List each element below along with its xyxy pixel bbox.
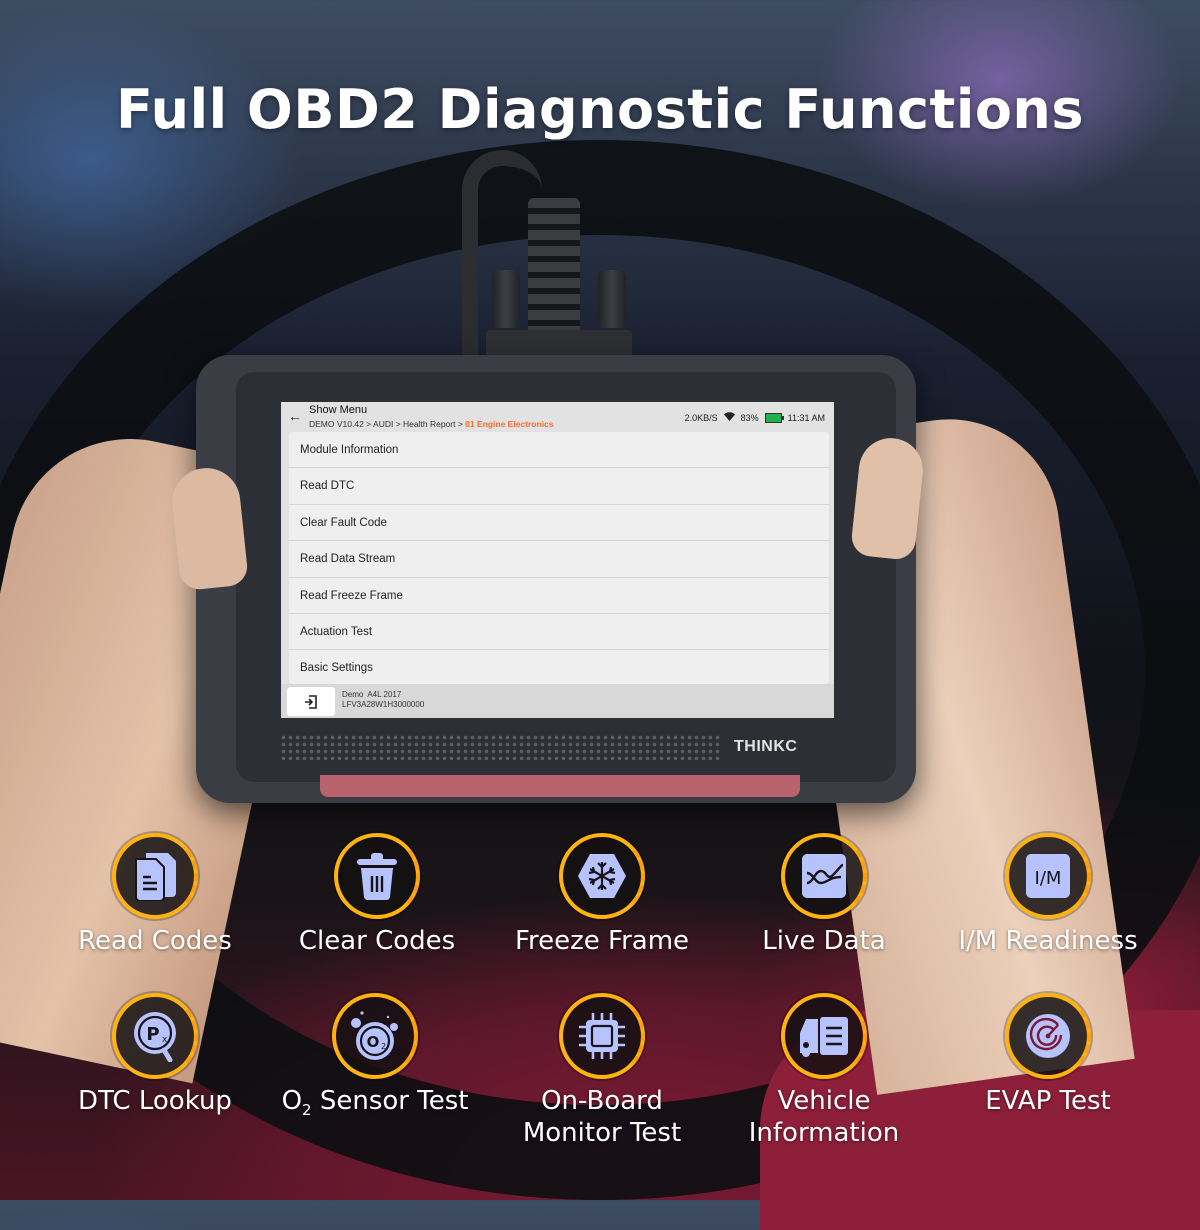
label-line: Information: [748, 1118, 900, 1148]
network-speed: 2.0KB/S: [684, 412, 718, 423]
chip-icon: [579, 1013, 625, 1059]
magnifier-px-icon: Px: [134, 1012, 176, 1062]
screen-title: Show Menu: [309, 404, 368, 416]
label-part: O: [281, 1086, 303, 1116]
connector-screw-right: [598, 270, 626, 328]
feature-ring: [559, 833, 645, 919]
feature-live-data: Live Data: [714, 833, 934, 957]
label-subscript: 2: [302, 1101, 312, 1120]
svg-text:O: O: [367, 1033, 380, 1051]
feature-clear-codes: Clear Codes: [267, 833, 487, 957]
connector-screw-left: [492, 270, 520, 328]
feature-label: EVAP Test: [985, 1086, 1111, 1116]
im-badge-icon: I/M: [1026, 854, 1070, 898]
menu-item-read-freeze-frame[interactable]: Read Freeze Frame: [289, 578, 829, 614]
feature-ring: [781, 833, 867, 919]
svg-text:x: x: [162, 1035, 168, 1045]
snowflake-icon: [578, 854, 626, 898]
device-base-accent: [320, 775, 800, 797]
headline: Full OBD2 Diagnostic Functions: [115, 78, 1085, 141]
documents-icon: [135, 853, 176, 901]
breadcrumb: DEMO V10.42 > AUDI > Health Report > 01 …: [309, 419, 554, 429]
device-screen: ← Show Menu DEMO V10.42 > AUDI > Health …: [281, 402, 834, 718]
feature-label: I/M Readiness: [958, 926, 1138, 956]
feature-ring: I/M: [1005, 833, 1091, 919]
feature-ring: Px: [112, 993, 198, 1079]
wifi-icon: [723, 412, 735, 423]
vehicle-model: Demo A4L 2017: [342, 690, 402, 699]
feature-label: Vehicle Information: [714, 1085, 934, 1149]
menu-item-module-information[interactable]: Module Information: [289, 432, 829, 469]
feature-read-codes: Read Codes: [45, 833, 265, 957]
feature-ring: [1005, 993, 1091, 1079]
feature-ring: [781, 993, 867, 1079]
status-bar: 2.0KB/S 83% 11:31 AM: [685, 412, 825, 423]
back-arrow-icon[interactable]: ←: [288, 408, 302, 424]
svg-text:I/M: I/M: [1035, 868, 1062, 889]
speaker-grille: [280, 734, 720, 760]
breadcrumb-item[interactable]: AUDI: [373, 419, 393, 429]
feature-vehicle-information: Vehicle Information: [714, 993, 934, 1149]
line-graph-icon: [802, 854, 846, 898]
feature-evap-test: EVAP Test: [938, 993, 1158, 1117]
cable-boot: [528, 198, 580, 348]
breadcrumb-active: 01 Engine Electronics: [465, 419, 554, 429]
feature-label: Read Codes: [78, 926, 232, 956]
feature-ring: O2: [332, 993, 418, 1079]
exit-icon: [305, 695, 317, 710]
menu-item-clear-fault-code[interactable]: Clear Fault Code: [289, 505, 829, 542]
battery-icon: [764, 412, 784, 423]
feature-label: Freeze Frame: [514, 926, 690, 956]
feature-freeze-frame: Freeze Frame: [492, 833, 712, 957]
breadcrumb-sep: >: [363, 419, 374, 429]
feature-im-readiness: I/M I/M Readiness: [938, 833, 1158, 957]
battery-percent: 83%: [740, 412, 759, 423]
breadcrumb-item[interactable]: DEMO V10.42: [309, 419, 364, 429]
label-part: Sensor Test: [311, 1086, 469, 1116]
menu-item-basic-settings[interactable]: Basic Settings: [289, 650, 829, 686]
menu-item-read-data-stream[interactable]: Read Data Stream: [289, 541, 829, 578]
screen-topbar: ← Show Menu DEMO V10.42 > AUDI > Health …: [281, 402, 834, 432]
clock: 11:31 AM: [787, 412, 825, 423]
menu-item-read-dtc[interactable]: Read DTC: [289, 468, 829, 505]
vehicle-info: Demo A4L 2017 LFV3A28W1H3000000: [342, 690, 424, 710]
breadcrumb-sep: >: [393, 419, 404, 429]
feature-label: DTC Lookup: [78, 1086, 232, 1116]
feature-label: Clear Codes: [298, 926, 456, 956]
label-line: Monitor Test: [522, 1118, 682, 1148]
label-line: On-Board: [541, 1086, 663, 1116]
menu-item-actuation-test[interactable]: Actuation Test: [289, 614, 829, 651]
feature-label: On-Board Monitor Test: [492, 1085, 712, 1149]
screen-footer: Demo A4L 2017 LFV3A28W1H3000000: [281, 684, 834, 718]
vehicle-doc-icon: [800, 1017, 848, 1057]
menu-list: Module Information Read DTC Clear Fault …: [289, 432, 829, 684]
feature-ring: [334, 833, 420, 919]
svg-text:P: P: [146, 1024, 159, 1045]
feature-label: Live Data: [762, 926, 886, 956]
feature-on-board-monitor-test: On-Board Monitor Test: [492, 993, 712, 1149]
feature-ring: [559, 993, 645, 1079]
feature-dtc-lookup: Px DTC Lookup: [45, 993, 265, 1117]
feature-label: O2 Sensor Test: [265, 1085, 485, 1126]
breadcrumb-sep: >: [455, 419, 466, 429]
svg-text:2: 2: [381, 1042, 386, 1051]
trash-icon: [357, 853, 397, 901]
radar-icon: [1026, 1014, 1070, 1058]
feature-o2-sensor-test: O2 O2 Sensor Test: [265, 993, 485, 1126]
o2-bubble-icon: O2: [351, 1011, 398, 1060]
label-line: Vehicle: [777, 1086, 871, 1116]
exit-button[interactable]: [287, 687, 335, 716]
breadcrumb-item[interactable]: Health Report: [403, 419, 455, 429]
brand-logo: THINKC: [734, 738, 798, 755]
vehicle-vin: LFV3A28W1H3000000: [342, 700, 425, 709]
feature-ring: [112, 833, 198, 919]
